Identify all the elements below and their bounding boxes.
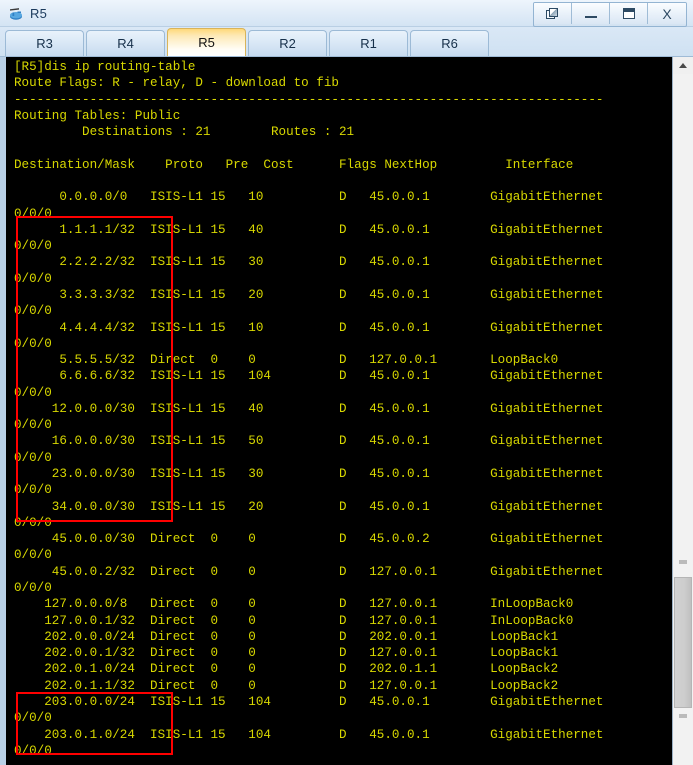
- maximize-icon: [622, 8, 635, 19]
- close-icon: X: [662, 5, 672, 22]
- minimize-button[interactable]: [572, 3, 610, 24]
- scroll-marker: [679, 560, 687, 564]
- window-title: R5: [30, 6, 48, 21]
- terminal-console[interactable]: [R5]dis ip routing-table Route Flags: R …: [6, 57, 672, 765]
- maximize-button[interactable]: [610, 3, 648, 24]
- tab-r3[interactable]: R3: [5, 30, 84, 56]
- terminal-output: [R5]dis ip routing-table Route Flags: R …: [14, 60, 604, 758]
- window-titlebar: R5 X: [0, 0, 693, 27]
- window-title-group: R5: [8, 3, 47, 24]
- tab-r6[interactable]: R6: [410, 30, 489, 56]
- scroll-marker: [679, 714, 687, 718]
- scrollbar-thumb[interactable]: [674, 577, 692, 708]
- restore-button[interactable]: [534, 3, 572, 24]
- tab-r1[interactable]: R1: [329, 30, 408, 56]
- tab-r5[interactable]: R5: [167, 28, 246, 56]
- restore-icon: [546, 7, 559, 20]
- vertical-scrollbar[interactable]: [672, 57, 693, 765]
- router-terminal-window: R5 X R3 R4 R5 R2 R1 R6 [R5]dis ip routin…: [0, 0, 693, 765]
- close-button[interactable]: X: [648, 3, 686, 24]
- device-tab-strip: R3 R4 R5 R2 R1 R6: [0, 27, 693, 57]
- tab-r2[interactable]: R2: [248, 30, 327, 56]
- terminal-outer: [R5]dis ip routing-table Route Flags: R …: [6, 57, 693, 765]
- window-controls: X: [533, 2, 687, 27]
- terminal-frame: [R5]dis ip routing-table Route Flags: R …: [0, 57, 693, 765]
- minimize-icon: [584, 9, 597, 19]
- tab-r4[interactable]: R4: [86, 30, 165, 56]
- scroll-up-button[interactable]: [673, 57, 693, 74]
- router-icon: [8, 5, 25, 22]
- scrollbar-track[interactable]: [673, 74, 693, 765]
